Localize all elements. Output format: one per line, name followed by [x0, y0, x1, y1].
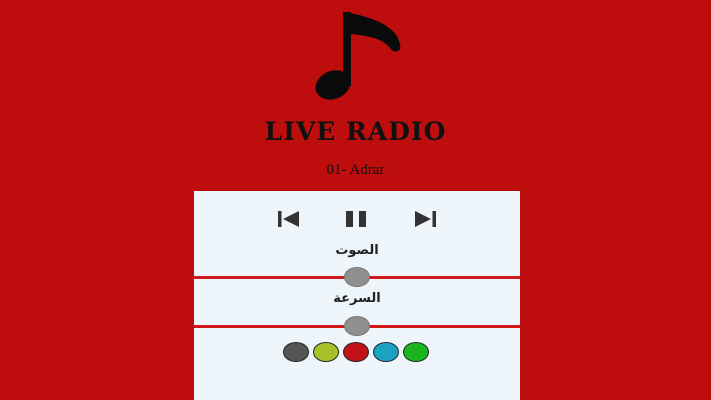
color-swatch-2[interactable] [312, 342, 339, 362]
speed-slider-thumb[interactable] [344, 316, 370, 336]
app-title: LIVE RADIO [264, 117, 447, 146]
next-button[interactable] [411, 208, 439, 230]
theme-color-picker [0, 342, 711, 364]
previous-button[interactable] [275, 208, 303, 230]
pause-icon [346, 211, 366, 227]
volume-label: الصوت [335, 243, 379, 258]
skip-next-icon [415, 211, 436, 227]
skip-previous-icon [278, 211, 299, 227]
color-swatch-3[interactable] [342, 342, 369, 362]
volume-slider[interactable] [194, 267, 520, 287]
color-swatch-5[interactable] [402, 342, 429, 362]
speed-label: السرعة [333, 291, 381, 306]
pause-button[interactable] [343, 208, 371, 230]
color-swatch-4[interactable] [372, 342, 399, 362]
color-swatch-1[interactable] [282, 342, 309, 362]
speed-slider[interactable] [194, 316, 520, 336]
station-name: 01- Adrar [326, 162, 385, 178]
music-note-icon [315, 12, 401, 100]
volume-slider-thumb[interactable] [344, 267, 370, 287]
